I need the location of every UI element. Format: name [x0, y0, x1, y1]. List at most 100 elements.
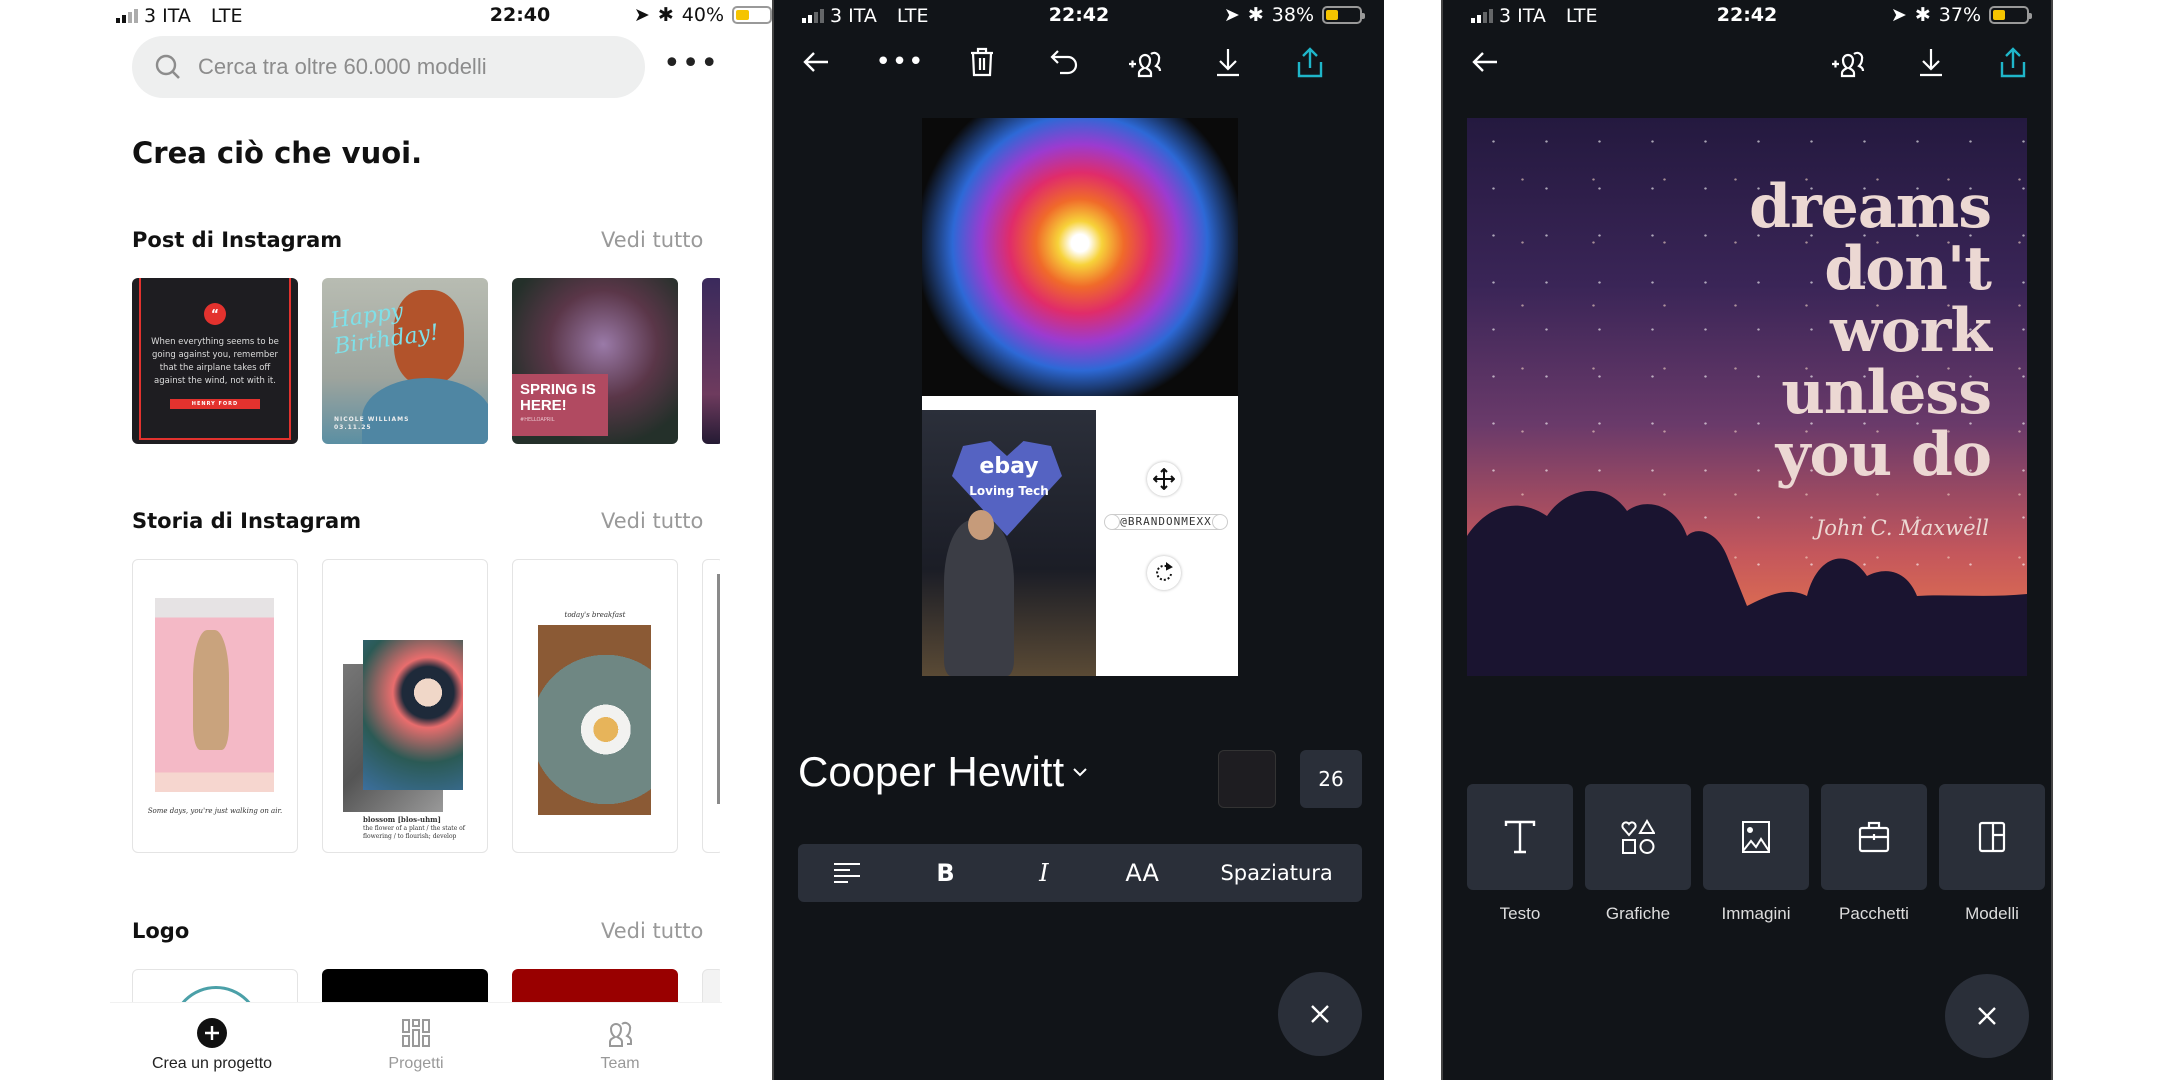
- trash-icon: [971, 47, 993, 77]
- tab-label: Crea un progetto: [151, 1055, 273, 1072]
- instagram-story-carousel: Some days, you're just walking on air. b…: [132, 559, 720, 855]
- quote-icon: “: [204, 303, 226, 325]
- close-icon: [1311, 1005, 1329, 1023]
- close-button[interactable]: [1945, 974, 2029, 1058]
- tab-projects[interactable]: Progetti: [341, 1003, 491, 1080]
- download-icon: [1920, 49, 1942, 77]
- see-all-instagram-post[interactable]: Vedi tutto: [601, 228, 703, 252]
- location-icon: ➤: [633, 4, 650, 26]
- resize-handle-right[interactable]: [1212, 514, 1228, 530]
- template-name: NICOLE WILLIAMS 03.11.25: [334, 416, 410, 431]
- template-walking-on-air[interactable]: Some days, you're just walking on air.: [132, 559, 298, 853]
- italic-button[interactable]: I: [1014, 859, 1074, 887]
- location-icon: ➤: [1890, 4, 1907, 26]
- tool-templates[interactable]: Modelli: [1939, 784, 2045, 924]
- format-toolbar: B I AA Spaziatura: [798, 844, 1362, 902]
- download-button[interactable]: [1911, 42, 1951, 82]
- layout-icon: [1978, 821, 2006, 853]
- text-color-swatch[interactable]: [1218, 750, 1276, 808]
- search-input[interactable]: Cerca tra oltre 60.000 modelli: [132, 36, 645, 98]
- tab-bar: Crea un progetto Progetti Team: [110, 1002, 722, 1080]
- uppercase-button[interactable]: AA: [1112, 859, 1172, 887]
- share-button[interactable]: [1993, 42, 2033, 82]
- download-button[interactable]: [1208, 42, 1248, 82]
- font-size-button[interactable]: 26: [1300, 750, 1362, 808]
- rotate-handle[interactable]: [1147, 556, 1181, 590]
- editor-toolbar: •••: [774, 42, 1384, 82]
- see-all-logo[interactable]: Vedi tutto: [601, 919, 703, 943]
- see-all-instagram-story[interactable]: Vedi tutto: [601, 509, 703, 533]
- design-canvas[interactable]: dreams don't work unless you do John C. …: [1467, 118, 2027, 676]
- back-arrow-icon: [1472, 52, 1497, 72]
- close-icon: [1978, 1007, 1996, 1025]
- template-author: HENRY FORD: [170, 399, 260, 409]
- template-todays-breakfast[interactable]: today's breakfast: [512, 559, 678, 853]
- tab-create-project[interactable]: Crea un progetto: [137, 1003, 287, 1080]
- battery-icon: [1989, 6, 2032, 24]
- ebay-photo[interactable]: ebay Loving Tech: [922, 410, 1096, 676]
- rotate-icon: [1156, 562, 1173, 581]
- bluetooth-icon: ✱: [1914, 4, 1931, 26]
- add-element-tools: Testo Grafiche Immagini Pacchetti Modell…: [1467, 784, 2045, 924]
- align-button[interactable]: [817, 862, 877, 884]
- move-handle[interactable]: [1147, 462, 1181, 496]
- delete-button[interactable]: [962, 42, 1002, 82]
- briefcase-icon: [1858, 821, 1890, 853]
- section-title-instagram-story: Storia di Instagram: [132, 509, 362, 533]
- tree-silhouette: [1467, 490, 2027, 676]
- back-button[interactable]: [1465, 42, 1505, 82]
- font-name: Cooper Hewitt: [798, 748, 1065, 795]
- more-horizontal-icon: •••: [875, 47, 925, 77]
- template-blossom[interactable]: blossom [blos-uhm] the flower of a plant …: [322, 559, 488, 853]
- tool-graphics[interactable]: Grafiche: [1585, 784, 1691, 924]
- battery-percent: 37%: [1938, 4, 1981, 26]
- undo-icon: [1050, 50, 1078, 75]
- back-button[interactable]: [796, 42, 836, 82]
- tab-label: Team: [600, 1055, 640, 1072]
- template-happy-birthday[interactable]: Happy Birthday! NICOLE WILLIAMS 03.11.25: [322, 278, 488, 444]
- search-icon: [155, 54, 180, 79]
- template-caption: today's breakfast: [564, 611, 626, 619]
- tab-team[interactable]: Team: [545, 1003, 695, 1080]
- download-icon: [1217, 49, 1239, 77]
- move-icon: [1153, 468, 1175, 490]
- selected-text-element[interactable]: @BRANDONMEXX: [1112, 514, 1220, 530]
- location-icon: ➤: [1223, 4, 1240, 26]
- image-icon: [1742, 821, 1770, 853]
- more-options-button[interactable]: •••: [876, 42, 924, 82]
- battery-icon: [1322, 6, 1365, 24]
- template-partial[interactable]: [702, 278, 720, 444]
- template-spring-is-here[interactable]: SPRING IS HERE! #HELLOAPRIL: [512, 278, 678, 444]
- tool-text[interactable]: Testo: [1467, 784, 1573, 924]
- color-explosion-image[interactable]: [922, 118, 1238, 396]
- bold-button[interactable]: B: [915, 859, 975, 887]
- design-canvas[interactable]: ebay Loving Tech @BRANDONMEXX: [922, 118, 1238, 676]
- spacing-button[interactable]: Spaziatura: [1210, 861, 1342, 885]
- tool-label: Grafiche: [1605, 904, 1671, 923]
- bluetooth-icon: ✱: [1247, 4, 1264, 26]
- battery-percent: 38%: [1271, 4, 1314, 26]
- share-button[interactable]: [1290, 42, 1330, 82]
- resize-handle-left[interactable]: [1104, 514, 1120, 530]
- font-selector[interactable]: Cooper Hewitt: [798, 748, 1088, 796]
- chevron-down-icon: [1073, 768, 1087, 777]
- status-bar: 3 ITA LTE 22:42 ➤ ✱ 37%: [1443, 0, 2051, 32]
- add-team-button[interactable]: [1829, 42, 1869, 82]
- add-team-icon: [1832, 51, 1865, 78]
- quote-text[interactable]: dreams don't work unless you do: [1749, 176, 1992, 486]
- tool-label: Immagini: [1721, 904, 1791, 923]
- plus-circle-icon: [197, 1018, 227, 1048]
- more-options-button[interactable]: •••: [663, 49, 719, 79]
- tool-label: Testo: [1499, 904, 1541, 923]
- close-button[interactable]: [1278, 972, 1362, 1056]
- add-team-icon: [1129, 51, 1162, 78]
- grid-icon: [402, 1019, 430, 1047]
- template-partial[interactable]: [702, 559, 720, 853]
- template-text: When everything seems to be going agains…: [151, 337, 279, 386]
- tool-bundles[interactable]: Pacchetti: [1821, 784, 1927, 924]
- template-henry-ford-quote[interactable]: “ When everything seems to be going agai…: [132, 278, 298, 444]
- add-team-button[interactable]: [1126, 42, 1166, 82]
- text-editor-screen: 3 ITA LTE 22:42 ➤ ✱ 38% ••• ebay Loving …: [772, 0, 1384, 1080]
- undo-button[interactable]: [1044, 42, 1084, 82]
- tool-images[interactable]: Immagini: [1703, 784, 1809, 924]
